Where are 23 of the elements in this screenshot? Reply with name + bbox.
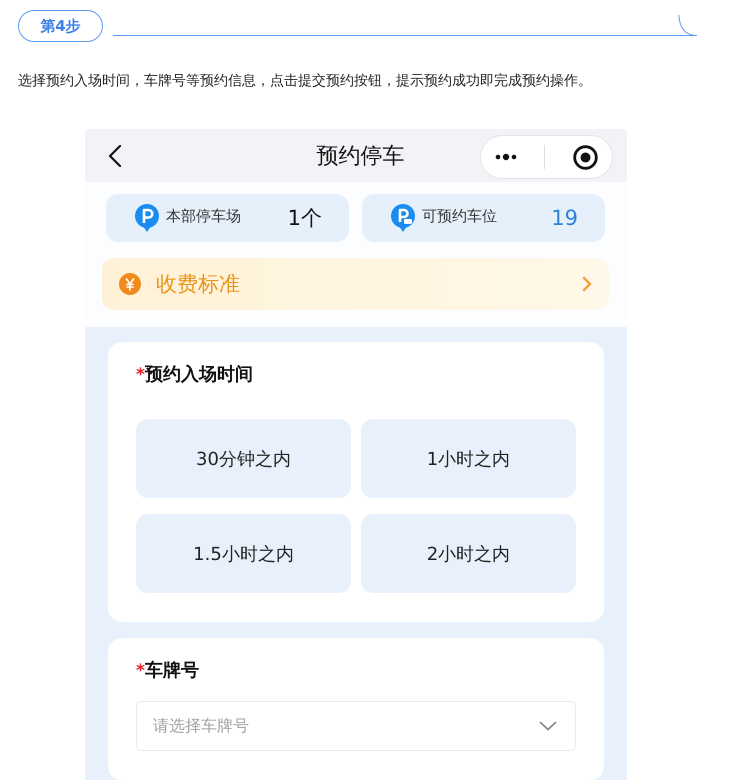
- yen-coin-icon: [119, 273, 141, 295]
- required-mark: *: [136, 661, 145, 681]
- target-icon[interactable]: [573, 144, 598, 170]
- stat-value: 19: [551, 206, 578, 230]
- more-icon[interactable]: [494, 153, 517, 161]
- stat-value: 1个: [288, 205, 322, 232]
- instruction-text: 选择预约入场时间，车牌号等预约信息，点击提交预约按钮，提示预约成功即完成预约操作。: [18, 72, 593, 91]
- chevron-down-icon: [539, 721, 557, 731]
- time-option[interactable]: 1.5小时之内: [136, 514, 351, 593]
- required-mark: *: [136, 365, 145, 385]
- back-icon[interactable]: [108, 144, 122, 168]
- time-option[interactable]: 2小时之内: [361, 514, 576, 593]
- time-option[interactable]: 30分钟之内: [136, 419, 351, 498]
- parking-car-pin-icon: [390, 204, 416, 232]
- chevron-right-icon: [582, 276, 592, 292]
- parking-pin-icon: [134, 204, 160, 232]
- field-label: 车牌号: [144, 659, 199, 682]
- time-option[interactable]: 1小时之内: [361, 419, 576, 498]
- stat-label: 本部停车场: [166, 206, 241, 226]
- nav-title: 预约停车: [316, 142, 404, 170]
- step-badge: 第4步: [18, 10, 103, 42]
- field-label: 预约入场时间: [144, 363, 253, 386]
- stat-label: 可预约车位: [422, 206, 497, 226]
